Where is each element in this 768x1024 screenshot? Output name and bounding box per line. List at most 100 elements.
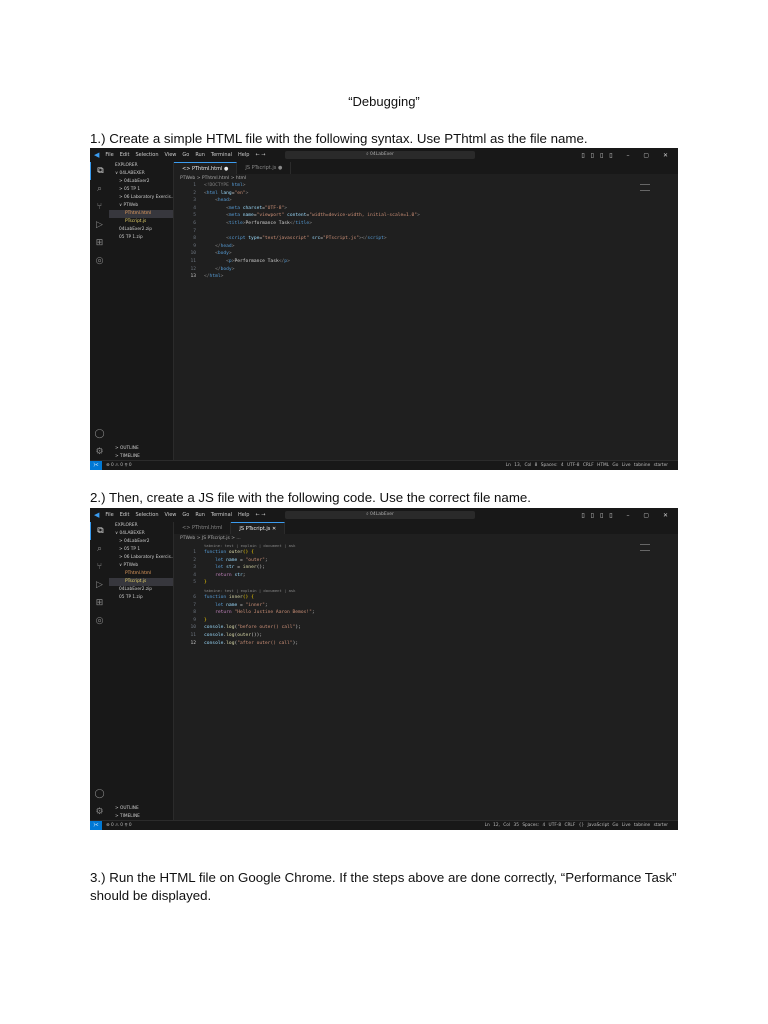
code-line: 12 </body >	[174, 266, 658, 274]
menu-view[interactable]: View	[165, 512, 177, 518]
account-icon[interactable]: ◯	[90, 425, 109, 443]
menu-edit[interactable]: Edit	[120, 512, 130, 518]
codelens-tabnine[interactable]: tabnine: test | explain | document | ask	[174, 587, 658, 594]
explorer-item[interactable]: 05 TP 1.zip	[109, 234, 173, 242]
command-search[interactable]: ⌕ 04LabExer	[285, 511, 475, 519]
menu-selection[interactable]: Selection	[135, 512, 158, 518]
step-1-text: 1.) Create a simple HTML file with the f…	[90, 131, 588, 146]
problems-status[interactable]: ⊗ 0 ⚠ 0 ⚲ 0	[106, 821, 132, 830]
code-editor[interactable]: tabnine: test | explain | document | ask…	[174, 542, 658, 647]
code-token: }	[204, 617, 207, 623]
editor-status-info[interactable]: Ln 13, Col 8 Spaces: 4 UTF-8 CRLF HTML G…	[506, 461, 668, 470]
account-icon[interactable]: ◯	[90, 785, 109, 803]
search-icon[interactable]: ⌕	[90, 180, 109, 198]
run-debug-icon[interactable]: ▷	[90, 216, 109, 234]
explorer-item[interactable]: 05 TP 1.zip	[109, 594, 173, 602]
explorer-item[interactable]: ∨ PTWeb	[109, 562, 173, 570]
explorer-item[interactable]: PTscript.js	[109, 578, 173, 586]
code-token: html	[231, 183, 243, 188]
code-token: );	[295, 625, 301, 631]
explorer-item[interactable]: > 04LabExer2	[109, 178, 173, 186]
code-token: "PTscript.js"	[323, 236, 359, 242]
explorer-item[interactable]: PThtml.html	[109, 210, 173, 218]
explorer-item[interactable]: > 06 Laboratory Exercis...	[109, 194, 173, 202]
command-search[interactable]: ⌕ 04LabExer	[285, 151, 475, 159]
code-token: return	[204, 610, 235, 616]
explorer-item[interactable]: > 05 TP 1	[109, 546, 173, 554]
menu-help[interactable]: Help	[238, 512, 249, 518]
line-number: 7	[193, 602, 196, 608]
tab-ptscript[interactable]: JS PTscript.js ●	[237, 162, 292, 174]
line-number: 4	[193, 205, 196, 211]
code-editor[interactable]: 1 <!DOCTYPE html >2 < html lang = "en" >3 < head…	[174, 182, 658, 281]
editor-status-info[interactable]: Ln 12, Col 35 Spaces: 4 UTF-8 CRLF {} Ja…	[485, 821, 668, 830]
tab-pthtml[interactable]: <> PThtml.html ●	[174, 162, 238, 174]
extensions-icon[interactable]: ⊞	[90, 594, 109, 612]
code-token: head	[220, 243, 232, 249]
menu-file[interactable]: File	[105, 512, 113, 518]
explorer-item[interactable]: PTscript.js	[109, 218, 173, 226]
problems-status[interactable]: ⊗ 0 ⚠ 0 ⚲ 0	[106, 461, 132, 470]
menu-selection[interactable]: Selection	[135, 152, 158, 158]
code-token: =	[237, 557, 246, 563]
code-line: 9 </head >	[174, 243, 658, 251]
explorer-item[interactable]: 04LabExer2.zip	[109, 226, 173, 234]
files-icon[interactable]: ⧉	[90, 162, 110, 180]
files-icon[interactable]: ⧉	[90, 522, 110, 540]
menu-terminal[interactable]: Terminal	[211, 152, 232, 158]
explorer-item[interactable]: > 06 Laboratory Exercis...	[109, 554, 173, 562]
explorer-item[interactable]: 04LabExer2.zip	[109, 586, 173, 594]
outline-section[interactable]: > OUTLINE	[109, 445, 173, 453]
remote-indicator[interactable]: ⟩<	[90, 461, 102, 470]
menu-go[interactable]: Go	[182, 512, 189, 518]
window-controls[interactable]: ▯▯▯▯ – ▢ ✕	[581, 152, 674, 159]
run-debug-icon[interactable]: ▷	[90, 576, 109, 594]
menu-go[interactable]: Go	[182, 152, 189, 158]
explorer-item[interactable]: PThtml.html	[109, 570, 173, 578]
explorer-item[interactable]: > 05 TP 1	[109, 186, 173, 194]
remote-icon[interactable]: ◎	[90, 612, 109, 630]
extensions-icon[interactable]: ⊞	[90, 234, 109, 252]
search-icon[interactable]: ⌕	[90, 540, 109, 558]
menu-file[interactable]: File	[105, 152, 113, 158]
code-token: "inner"	[245, 602, 265, 608]
code-line: 2 let name = "outer";	[174, 557, 658, 565]
code-token: inner	[228, 594, 243, 600]
tab-ptscript[interactable]: JS PTscript.js ✕	[231, 522, 286, 534]
settings-gear-icon[interactable]: ⚙	[90, 443, 109, 461]
codelens-tabnine[interactable]: tabnine: test | explain | document | ask	[174, 542, 658, 549]
menu-run[interactable]: Run	[195, 152, 205, 158]
outline-section[interactable]: > OUTLINE	[109, 805, 173, 813]
line-number: 12	[190, 640, 196, 646]
nav-arrows-icon[interactable]: ← →	[255, 152, 265, 158]
menu-terminal[interactable]: Terminal	[211, 512, 232, 518]
tab-pthtml[interactable]: <> PThtml.html	[174, 522, 232, 534]
remote-indicator[interactable]: ⟩<	[90, 821, 102, 830]
explorer-root-folder[interactable]: ∨ 04LABEXER	[109, 530, 173, 538]
line-number: 7	[193, 228, 196, 234]
explorer-item[interactable]: > 04LabExer2	[109, 538, 173, 546]
code-token: Performance Task	[234, 258, 279, 264]
nav-arrows-icon[interactable]: ← →	[255, 512, 265, 518]
code-token: {	[251, 550, 254, 555]
window-controls[interactable]: ▯▯▯▯ – ▢ ✕	[581, 512, 674, 519]
code-line: 7	[174, 228, 658, 236]
menu-edit[interactable]: Edit	[120, 152, 130, 158]
code-token: let	[204, 557, 227, 563]
code-token: );	[292, 640, 299, 646]
menu-help[interactable]: Help	[238, 152, 249, 158]
explorer-item[interactable]: ∨ PTWeb	[109, 202, 173, 210]
source-control-icon[interactable]: ⑂	[90, 558, 109, 576]
menu-run[interactable]: Run	[195, 512, 205, 518]
explorer-root-folder[interactable]: ∨ 04LABEXER	[109, 170, 173, 178]
explorer-sidebar: EXPLORER ∨ 04LABEXER > 04LabExer2 > 05 TP 1…	[109, 162, 174, 461]
code-token: ());	[251, 632, 263, 638]
source-control-icon[interactable]: ⑂	[90, 198, 109, 216]
code-line: 9}	[174, 617, 658, 625]
settings-gear-icon[interactable]: ⚙	[90, 803, 109, 821]
code-token: "UTF-8"	[264, 205, 285, 211]
menu-view[interactable]: View	[165, 152, 177, 158]
remote-icon[interactable]: ◎	[90, 252, 109, 270]
code-token: title	[295, 220, 310, 226]
code-line: 1 function outer() {	[174, 549, 658, 557]
